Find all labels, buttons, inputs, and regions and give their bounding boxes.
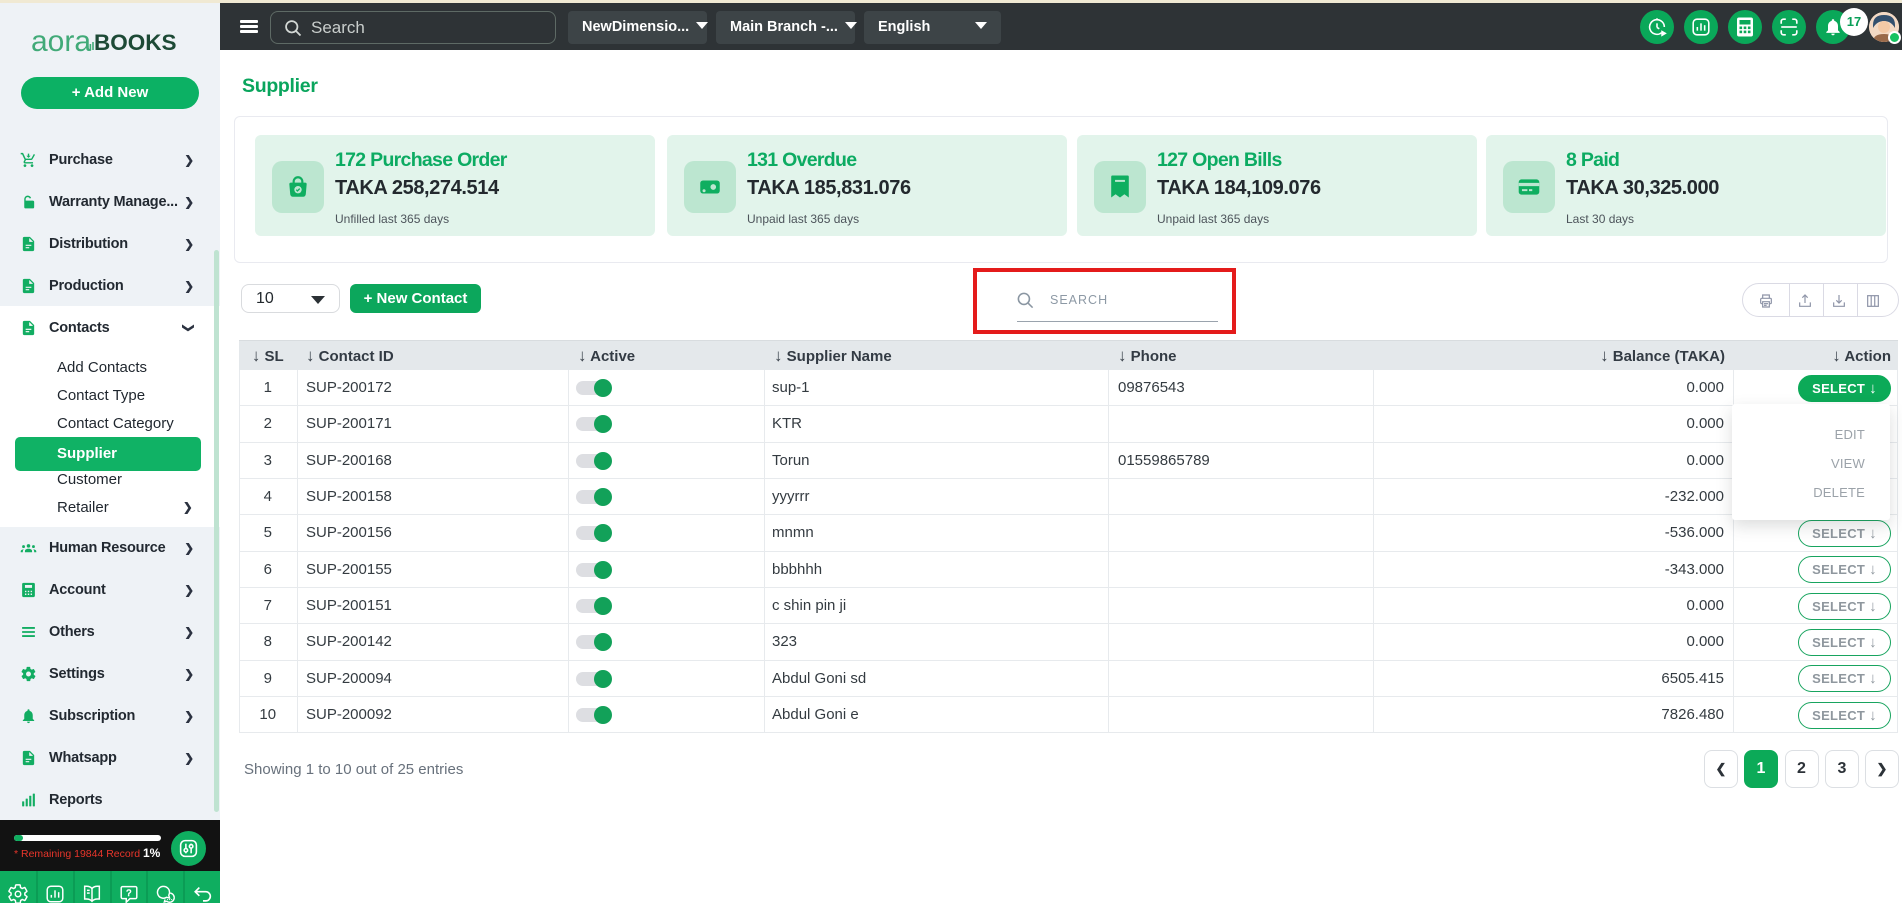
- svg-text:aora: aora: [31, 30, 91, 58]
- svg-text:BOOKS: BOOKS: [94, 30, 177, 55]
- svg-text:?: ?: [126, 888, 131, 898]
